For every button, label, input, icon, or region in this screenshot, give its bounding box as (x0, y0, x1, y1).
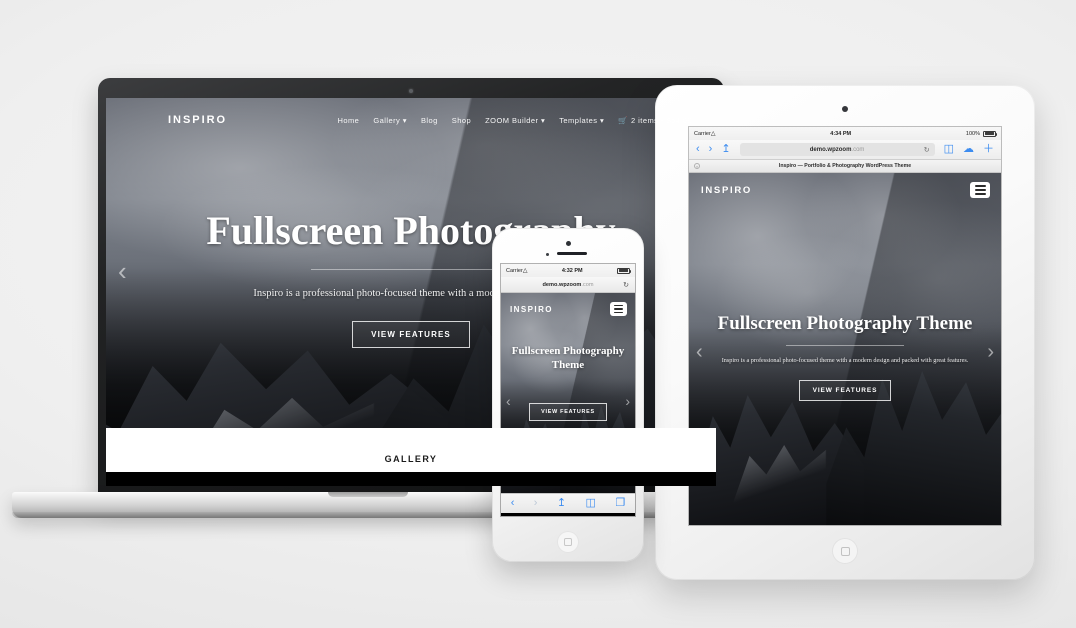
nav-item-zoom-builder[interactable]: ZOOM Builder ▾ (485, 116, 545, 125)
tablet-screen: Carrier △ 4:34 PM 100% ‹ › ↥ demo.wpzoom… (689, 127, 1001, 525)
phone-home-button[interactable] (557, 531, 579, 553)
tablet-home-button[interactable] (832, 538, 858, 564)
phone-front-camera-icon (565, 241, 571, 246)
phone-browser-toolbar: ‹ › ↥ ◫ ❐ (501, 493, 635, 513)
hero-headline: Fullscreen Photography Theme (717, 313, 973, 334)
bookmarks-icon[interactable]: ◫ (944, 144, 954, 155)
reload-icon[interactable]: ↻ (924, 146, 930, 154)
hamburger-menu-icon[interactable] (970, 182, 990, 198)
tablet-site-viewport: INSPIRO Fullscreen Photography Theme Ins… (689, 173, 1001, 525)
gallery-strip (106, 472, 716, 486)
chevron-down-icon: ▾ (541, 115, 546, 125)
tablet-clock: 4:34 PM (830, 130, 852, 137)
share-icon[interactable]: ↥ (557, 498, 566, 509)
phone-device: Carrier △ 4:32 PM demo.wpzoom.com ↻ INSP… (492, 228, 644, 562)
slider-next-arrow[interactable]: › (987, 341, 994, 364)
chevron-down-icon: ▾ (402, 115, 407, 125)
tablet-battery-percent: 100% (965, 130, 980, 137)
gallery-heading: GALLERY (384, 454, 438, 464)
slider-prev-arrow[interactable]: ‹ (696, 341, 703, 364)
phone-address-bar[interactable]: demo.wpzoom.com ↻ (501, 277, 635, 293)
laptop-base-notch (328, 492, 408, 497)
cart-icon: 🛒 (618, 115, 629, 125)
tablet-address-bar[interactable]: demo.wpzoom.com ↻ (739, 143, 935, 156)
chevron-down-icon: ▾ (600, 115, 605, 125)
gallery-section: GALLERY (106, 428, 716, 486)
hero-divider (786, 345, 904, 346)
phone-url-host: demo.wpzoom (542, 281, 582, 288)
site-logo[interactable]: INSPIRO (701, 185, 752, 196)
cart-link[interactable]: 🛒 2 items - $54.00 (618, 116, 692, 125)
tablet-browser-toolbar: ‹ › ↥ demo.wpzoom.com ↻ ◫ ☁ ＋ (689, 140, 1001, 160)
tablet-status-bar: Carrier △ 4:34 PM 100% (689, 127, 1001, 140)
view-features-button[interactable]: VIEW FEATURES (352, 321, 470, 348)
tablet-url-host: demo.wpzoom (809, 146, 852, 153)
view-features-button[interactable]: VIEW FEATURES (529, 402, 607, 421)
back-icon[interactable]: ‹ (511, 498, 515, 509)
hero-divider (311, 269, 511, 270)
new-tab-icon[interactable]: ＋ (983, 144, 994, 155)
forward-icon[interactable]: › (709, 144, 713, 155)
nav-item-blog[interactable]: Blog (421, 116, 438, 125)
slider-next-arrow[interactable]: › (625, 393, 630, 409)
share-icon[interactable]: ↥ (721, 144, 730, 155)
phone-carrier-label: Carrier (506, 267, 523, 274)
tablet-hero: Fullscreen Photography Theme Inspiro is … (689, 313, 1001, 401)
slider-prev-arrow[interactable]: ‹ (118, 256, 127, 287)
phone-clock: 4:32 PM (561, 267, 583, 274)
reload-icon[interactable]: ↻ (623, 281, 629, 289)
nav-item-home[interactable]: Home (338, 116, 360, 125)
tablet-device: Carrier △ 4:34 PM 100% ‹ › ↥ demo.wpzoom… (655, 85, 1035, 580)
tablet-tab-title: Inspiro — Portfolio & Photography WordPr… (778, 163, 912, 169)
bookmarks-icon[interactable]: ◫ (586, 498, 596, 509)
nav-menu: Home Gallery ▾ Blog Shop ZOOM Builder ▾ … (338, 116, 693, 125)
icloud-tabs-icon[interactable]: ☁ (963, 144, 974, 155)
close-icon[interactable]: × (694, 163, 700, 169)
phone-status-bar: Carrier △ 4:32 PM (501, 264, 635, 277)
laptop-bezel-top (106, 88, 716, 98)
view-features-button[interactable]: VIEW FEATURES (798, 379, 892, 401)
nav-item-templates[interactable]: Templates ▾ (559, 116, 604, 125)
tablet-front-camera-icon (842, 106, 848, 112)
phone-url-tail: .com (581, 281, 594, 288)
laptop-webcam-icon (409, 89, 413, 93)
slider-prev-arrow[interactable]: ‹ (506, 393, 511, 409)
site-navbar: INSPIRO Home Gallery ▾ Blog Shop ZOOM Bu… (106, 98, 716, 142)
site-logo[interactable]: INSPIRO (168, 114, 227, 126)
hamburger-menu-icon[interactable] (610, 302, 627, 316)
hero-subtitle: Inspiro is a professional photo-focused … (721, 357, 969, 364)
phone-earpiece-speaker (557, 252, 587, 256)
nav-item-gallery[interactable]: Gallery ▾ (373, 116, 407, 125)
forward-icon: › (533, 497, 538, 509)
tablet-tab-bar[interactable]: × Inspiro — Portfolio & Photography Word… (689, 160, 1001, 173)
site-logo[interactable]: INSPIRO (510, 305, 553, 314)
phone-hero: Fullscreen Photography Theme VIEW FEATUR… (501, 344, 635, 421)
tabs-icon[interactable]: ❐ (615, 498, 625, 509)
tablet-url-tail: .com (851, 146, 865, 153)
hero-headline: Fullscreen Photography Theme (511, 345, 625, 372)
nav-item-shop[interactable]: Shop (452, 116, 471, 125)
cart-label: 2 items - $54.00 (631, 115, 692, 125)
battery-icon (617, 267, 632, 274)
battery-icon (983, 130, 998, 137)
back-icon[interactable]: ‹ (696, 144, 700, 155)
